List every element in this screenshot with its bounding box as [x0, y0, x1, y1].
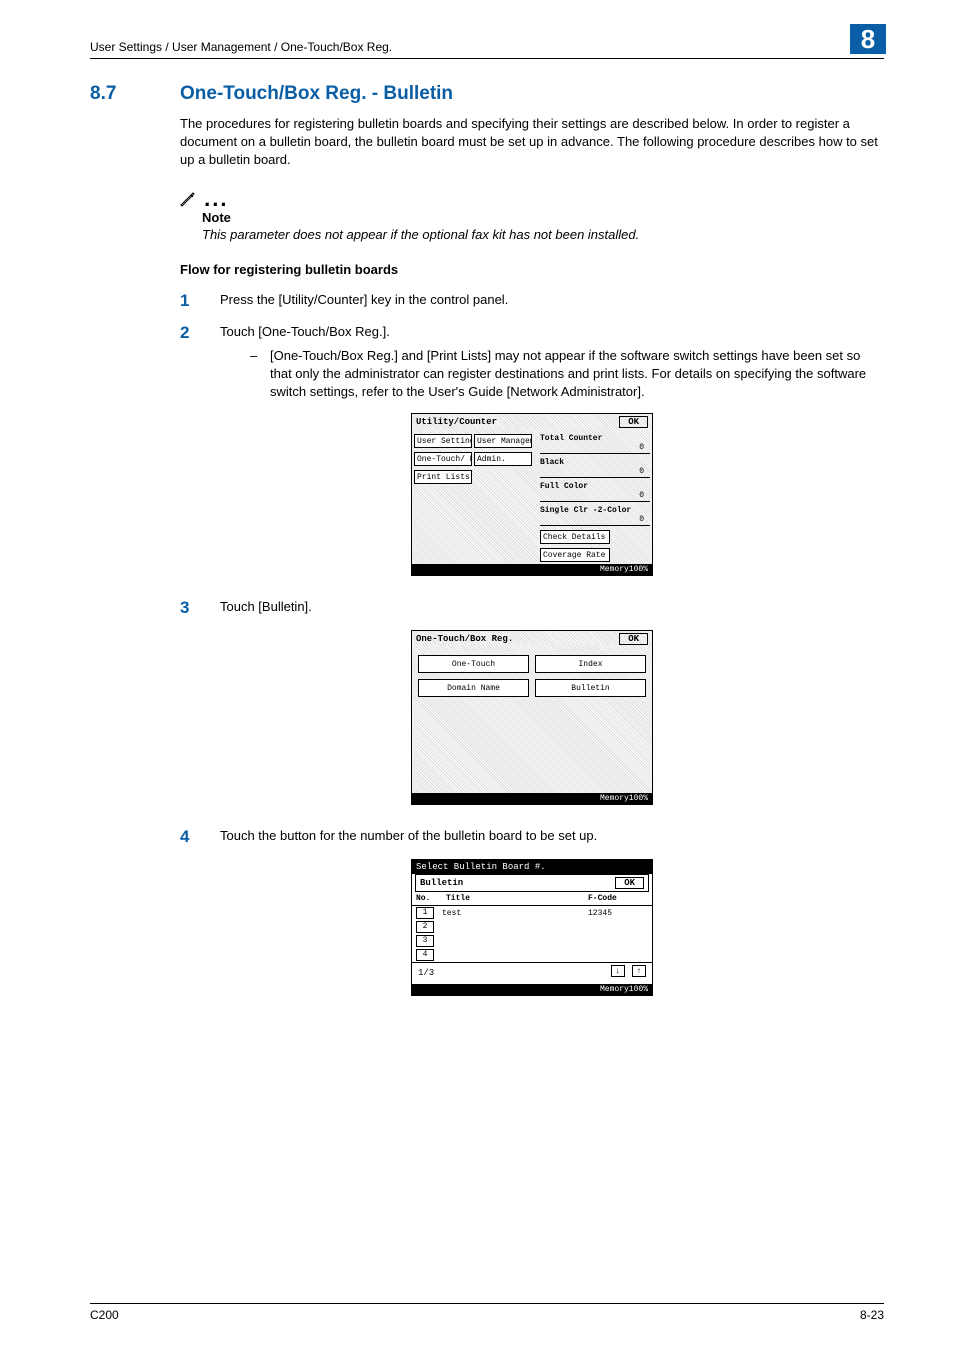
arrow-down-icon[interactable]: ↓	[611, 965, 625, 977]
row-num[interactable]: 4	[416, 949, 434, 961]
section-number: 8.7	[90, 83, 180, 105]
footer-right: 8-23	[860, 1308, 884, 1322]
memory-status: Memory100%	[412, 564, 652, 575]
btn-user-management[interactable]: User Management	[474, 434, 532, 448]
screen-select-bulletin: Select Bulletin Board #. Bulletin OK No.…	[411, 859, 653, 996]
row-num[interactable]: 2	[416, 921, 434, 933]
step-number: 3	[170, 598, 220, 618]
step-sub-text: [One-Touch/Box Reg.] and [Print Lists] m…	[270, 347, 884, 402]
sub-title: Bulletin	[420, 878, 463, 888]
screen-title: One-Touch/Box Reg.	[416, 634, 513, 644]
black-value: 0	[540, 467, 650, 478]
note-text: This parameter does not appear if the op…	[202, 227, 884, 242]
screen-one-touch-box: One-Touch/Box Reg. OK One-Touch Index Do…	[411, 630, 653, 805]
step-text: Touch [Bulletin].	[220, 598, 884, 618]
table-row[interactable]: 2	[412, 920, 652, 934]
total-counter-value: 0	[540, 443, 650, 454]
black-label: Black	[540, 458, 650, 467]
btn-bulletin[interactable]: Bulletin	[535, 679, 646, 697]
step-number: 2	[170, 323, 220, 402]
step-text: Touch the button for the number of the b…	[220, 827, 884, 847]
full-color-label: Full Color	[540, 482, 650, 491]
dash: –	[250, 347, 270, 402]
row-num[interactable]: 1	[416, 907, 434, 919]
screen-title: Select Bulletin Board #.	[412, 860, 652, 874]
memory-status: Memory100%	[412, 984, 652, 995]
ok-button[interactable]: OK	[615, 877, 644, 889]
breadcrumb: User Settings / User Management / One-To…	[90, 40, 392, 54]
col-fcode: F-Code	[588, 894, 648, 903]
single-color-label: Single Clr -2-Color	[540, 506, 650, 515]
btn-index[interactable]: Index	[535, 655, 646, 673]
full-color-value: 0	[540, 491, 650, 502]
table-row[interactable]: 4	[412, 948, 652, 962]
ok-button[interactable]: OK	[619, 416, 648, 428]
memory-status: Memory100%	[412, 793, 652, 804]
btn-user-settings[interactable]: User Settings	[414, 434, 472, 448]
note-label: Note	[202, 210, 884, 225]
btn-print-lists[interactable]: Print Lists	[414, 470, 472, 484]
btn-one-touch[interactable]: One-Touch	[418, 655, 529, 673]
arrow-up-icon[interactable]: ↑	[632, 965, 646, 977]
chapter-badge: 8	[850, 24, 886, 54]
intro-paragraph: The procedures for registering bulletin …	[180, 115, 884, 170]
step-number: 4	[170, 827, 220, 847]
screen-title: Utility/Counter	[416, 417, 497, 427]
step-number: 1	[170, 291, 220, 311]
row-num[interactable]: 3	[416, 935, 434, 947]
ok-button[interactable]: OK	[619, 633, 648, 645]
table-row[interactable]: 3	[412, 934, 652, 948]
section-title: One-Touch/Box Reg. - Bulletin	[180, 83, 453, 105]
screen-utility-counter: Utility/Counter OK User Settings User Ma…	[411, 413, 653, 576]
table-row[interactable]: 1 test 12345	[412, 906, 652, 920]
flow-title: Flow for registering bulletin boards	[180, 262, 884, 277]
total-counter-label: Total Counter	[540, 434, 650, 443]
single-color-value: 0	[540, 515, 650, 526]
note-icon: ...	[180, 186, 884, 212]
step-text: Touch [One-Touch/Box Reg.].	[220, 323, 884, 341]
col-no: No.	[416, 894, 446, 903]
row-title: test	[442, 909, 588, 918]
btn-check-details[interactable]: Check Details	[540, 530, 610, 544]
btn-one-touch-box[interactable]: One-Touch/ Box Reg.	[414, 452, 472, 466]
btn-coverage-rate[interactable]: Coverage Rate	[540, 548, 610, 562]
footer-left: C200	[90, 1308, 119, 1322]
row-fcode: 12345	[588, 909, 648, 918]
btn-admin[interactable]: Admin.	[474, 452, 532, 466]
page-indicator: 1/3	[418, 968, 434, 978]
step-text: Press the [Utility/Counter] key in the c…	[220, 291, 884, 311]
col-title: Title	[446, 894, 588, 903]
btn-domain-name[interactable]: Domain Name	[418, 679, 529, 697]
